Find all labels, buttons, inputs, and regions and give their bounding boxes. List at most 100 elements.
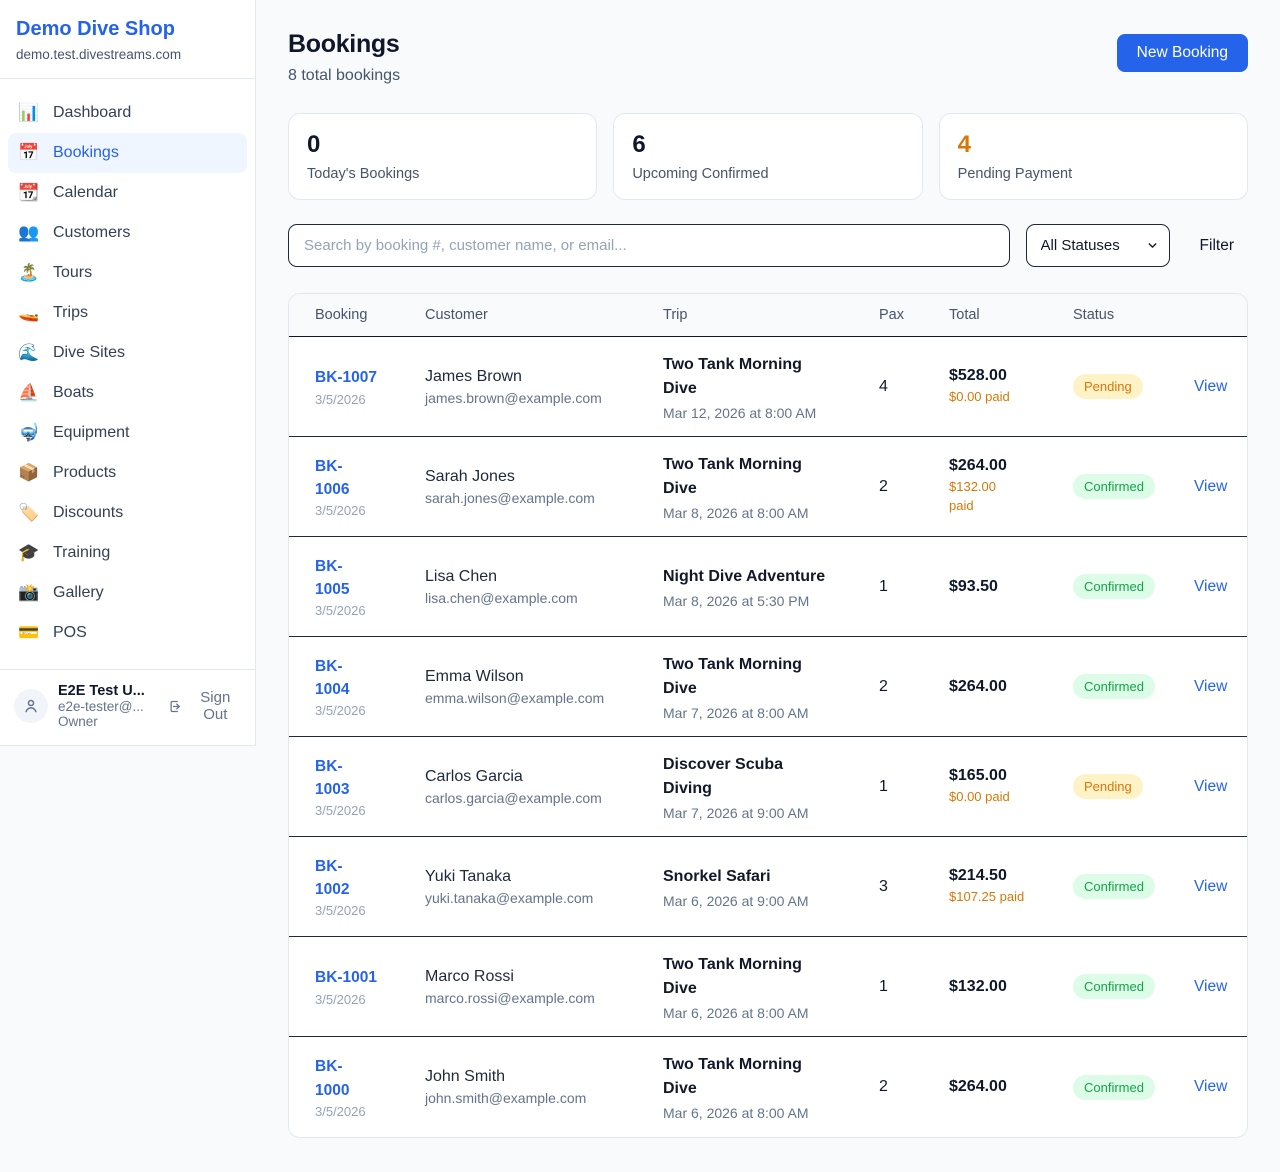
search-input[interactable] [288,224,1010,267]
booking-date: 3/5/2026 [315,392,425,407]
calendar-icon: 📆 [18,183,40,203]
trip-name-line: Dive [663,677,879,701]
sidebar-item-dive-sites[interactable]: 🌊Dive Sites [8,333,247,373]
trip-datetime: Mar 8, 2026 at 5:30 PM [663,593,879,609]
pax-cell: 1 [879,778,949,796]
customer-email: james.brown@example.com [425,390,663,406]
pos-icon: 💳 [18,623,40,643]
new-booking-button[interactable]: New Booking [1117,34,1248,72]
customer-email: sarah.jones@example.com [425,490,663,506]
view-link[interactable]: View [1194,678,1227,695]
page-header: Bookings 8 total bookings New Booking [288,30,1248,85]
view-link[interactable]: View [1194,978,1227,995]
page-title: Bookings [288,30,400,59]
view-link[interactable]: View [1194,878,1227,895]
booking-id-link[interactable]: BK-1003 [315,755,425,802]
total-amount: $214.50 [949,867,1073,885]
view-link[interactable]: View [1194,378,1227,395]
customer-email: emma.wilson@example.com [425,690,663,706]
trip-name: Night Dive Adventure [663,565,879,589]
sidebar-item-boats[interactable]: ⛵Boats [8,373,247,413]
filter-button[interactable]: Filter [1186,237,1248,255]
actions-cell: View [1194,1078,1231,1096]
sidebar-item-dashboard[interactable]: 📊Dashboard [8,93,247,133]
sign-out-icon [168,698,183,715]
sidebar-item-tours[interactable]: 🏝️Tours [8,253,247,293]
user-email: e2e-tester@... [58,699,158,714]
table-row: BK-10023/5/2026Yuki Tanakayuki.tanaka@ex… [289,837,1247,937]
gallery-icon: 📸 [18,583,40,603]
booking-id-link[interactable]: BK-1007 [315,366,425,389]
bookings-table: BookingCustomerTripPaxTotalStatus BK-100… [288,293,1248,1138]
view-link[interactable]: View [1194,778,1227,795]
sidebar-item-gallery[interactable]: 📸Gallery [8,573,247,613]
trip-name-line: Dive [663,977,879,1001]
customer-email: carlos.garcia@example.com [425,790,663,806]
status-cell: Confirmed [1073,474,1194,499]
customer-name: Yuki Tanaka [425,868,663,886]
paid-amount-line: $0.00 paid [949,788,1073,807]
sidebar-item-trips[interactable]: 🚤Trips [8,293,247,333]
customer-email: marco.rossi@example.com [425,990,663,1006]
booking-id-link[interactable]: BK-1004 [315,655,425,702]
status-badge: Confirmed [1073,474,1155,499]
stat-card-todays-bookings: 0 Today's Bookings [288,113,597,200]
booking-id-link[interactable]: BK-1000 [315,1055,425,1102]
booking-id-link[interactable]: BK-1006 [315,455,425,502]
booking-date: 3/5/2026 [315,803,425,818]
customer-cell: Emma Wilsonemma.wilson@example.com [425,668,663,706]
tours-icon: 🏝️ [18,263,40,283]
actions-cell: View [1194,478,1231,496]
sidebar-item-label: Trips [53,304,88,322]
pax-cell: 1 [879,978,949,996]
trip-datetime: Mar 8, 2026 at 8:00 AM [663,505,879,521]
view-link[interactable]: View [1194,478,1227,495]
dive-sites-icon: 🌊 [18,343,40,363]
total-cell: $264.00 [949,678,1073,696]
table-body: BK-10073/5/2026James Brownjames.brown@ex… [289,337,1247,1137]
avatar [14,689,48,723]
booking-date: 3/5/2026 [315,703,425,718]
booking-date: 3/5/2026 [315,503,425,518]
total-cell: $165.00$0.00 paid [949,767,1073,807]
total-amount: $528.00 [949,367,1073,385]
status-select[interactable]: All Statuses [1026,224,1170,267]
sidebar-item-equipment[interactable]: 🤿Equipment [8,413,247,453]
actions-cell: View [1194,678,1231,696]
view-link[interactable]: View [1194,1078,1227,1095]
customer-email: yuki.tanaka@example.com [425,890,663,906]
booking-id-link[interactable]: BK-1002 [315,855,425,902]
booking-id-link[interactable]: BK-1001 [315,966,425,989]
sidebar-item-calendar[interactable]: 📆Calendar [8,173,247,213]
trip-name: Discover ScubaDiving [663,753,879,801]
sidebar-nav: 📊Dashboard📅Bookings📆Calendar👥Customers🏝️… [0,79,255,663]
status-cell: Confirmed [1073,674,1194,699]
sidebar-item-training[interactable]: 🎓Training [8,533,247,573]
sidebar-user-section: E2E Test U... e2e-tester@... Owner Sign … [0,669,255,743]
table-row: BK-10043/5/2026Emma Wilsonemma.wilson@ex… [289,637,1247,737]
pax-cell: 2 [879,1078,949,1096]
sidebar-item-pos[interactable]: 💳POS [8,613,247,653]
trip-datetime: Mar 12, 2026 at 8:00 AM [663,405,879,421]
pax-cell: 2 [879,478,949,496]
status-cell: Confirmed [1073,1075,1194,1100]
table-row: BK-10063/5/2026Sarah Jonessarah.jones@ex… [289,437,1247,537]
sidebar-item-products[interactable]: 📦Products [8,453,247,493]
shop-name: Demo Dive Shop [16,18,239,41]
sidebar-item-bookings[interactable]: 📅Bookings [8,133,247,173]
booking-id-link[interactable]: BK-1005 [315,555,425,602]
booking-cell: BK-10063/5/2026 [315,455,425,519]
view-link[interactable]: View [1194,578,1227,595]
stat-value: 6 [632,131,903,159]
sidebar-item-customers[interactable]: 👥Customers [8,213,247,253]
status-badge: Confirmed [1073,874,1155,899]
customer-name: Lisa Chen [425,568,663,586]
trip-name-line: Dive [663,377,879,401]
sign-out-button[interactable]: Sign Out [168,689,241,723]
trip-datetime: Mar 6, 2026 at 9:00 AM [663,893,879,909]
total-amount: $93.50 [949,578,1073,596]
total-cell: $93.50 [949,578,1073,596]
sidebar-item-discounts[interactable]: 🏷️Discounts [8,493,247,533]
booking-id-link-line: 1006 [315,478,425,501]
sidebar-item-label: Customers [53,224,130,242]
